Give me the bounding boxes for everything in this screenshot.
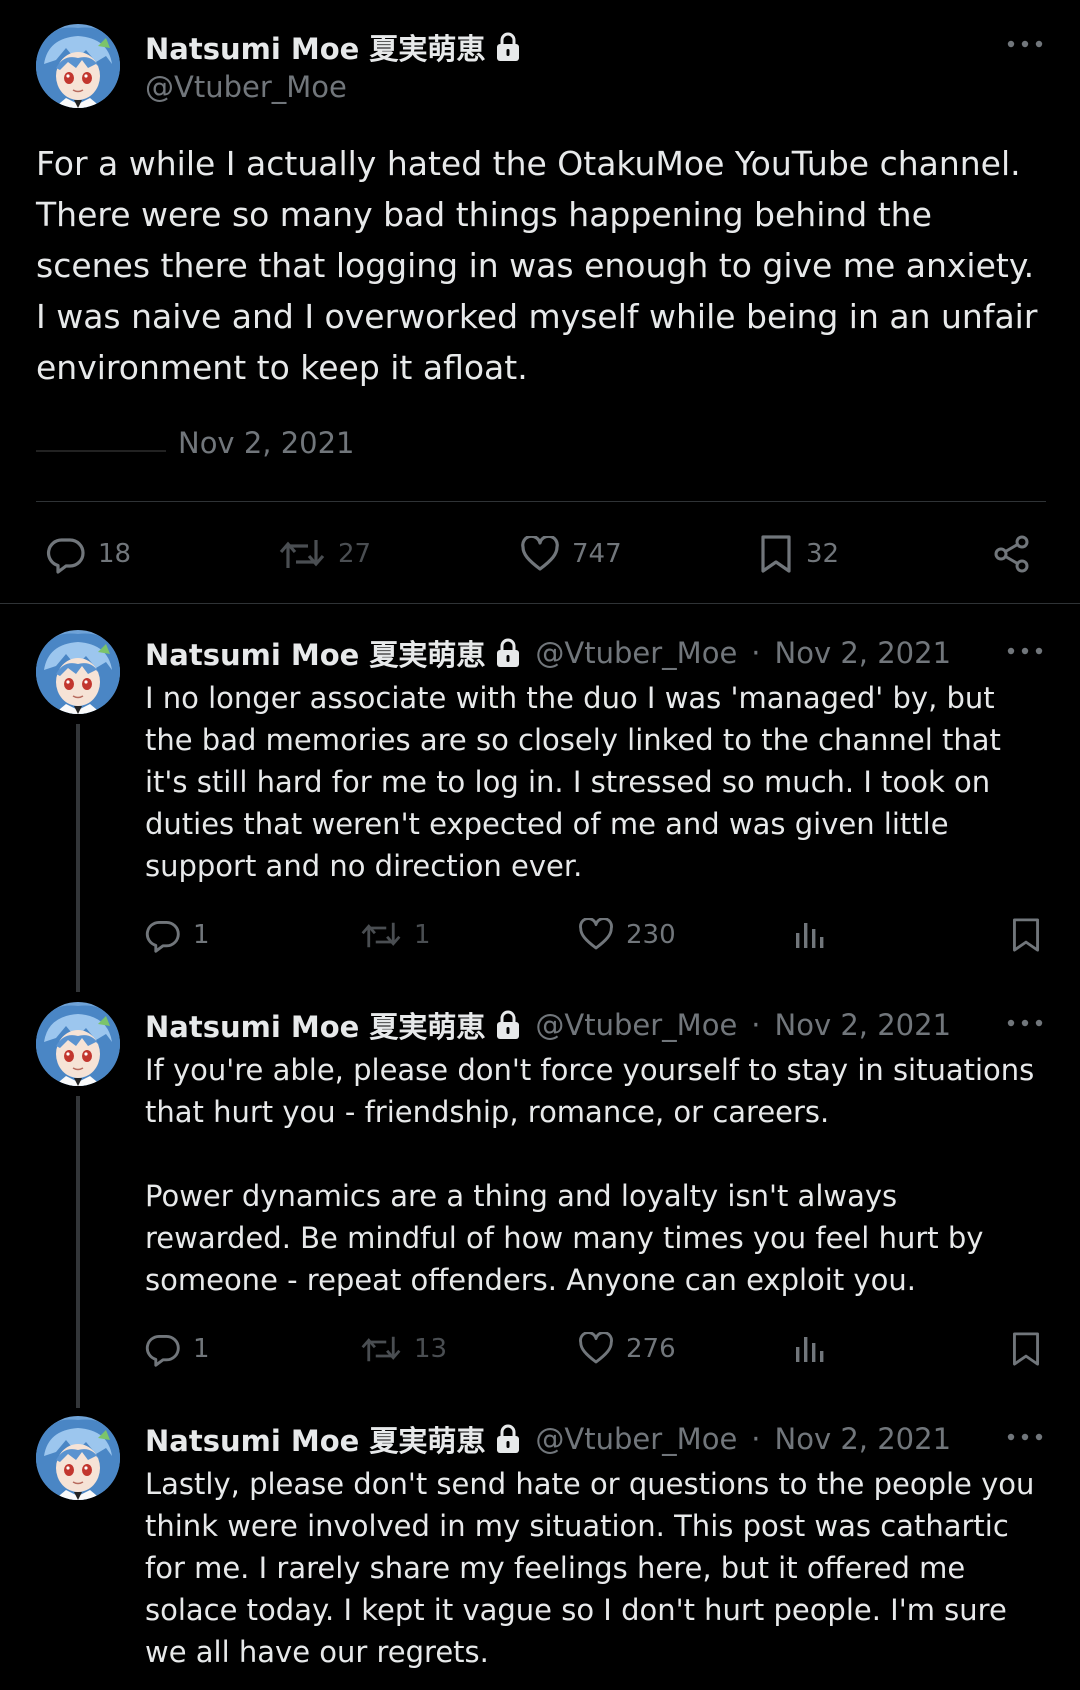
- thread-line: [76, 724, 80, 992]
- lock-icon: [495, 32, 521, 62]
- repost-icon: [360, 917, 402, 953]
- like-button[interactable]: 747: [520, 536, 622, 572]
- like-icon: [520, 536, 560, 572]
- repost-button[interactable]: 27: [278, 534, 371, 574]
- post-date[interactable]: Nov 2, 2021: [775, 1422, 952, 1456]
- like-count: 276: [626, 1333, 676, 1364]
- avatar[interactable]: [36, 24, 120, 108]
- author-handle[interactable]: @Vtuber_Moe: [535, 1008, 737, 1042]
- avatar[interactable]: [36, 1416, 120, 1500]
- thread-line: [76, 1096, 80, 1408]
- like-icon: [578, 1332, 614, 1365]
- more-icon[interactable]: [1005, 1015, 1045, 1031]
- post-date[interactable]: Nov 2, 2021: [775, 636, 952, 670]
- bookmark-button[interactable]: 32: [758, 534, 839, 574]
- post-text: If you're able, please don't force yours…: [145, 1053, 1035, 1297]
- author-handle[interactable]: @Vtuber_Moe: [535, 636, 737, 670]
- repost-icon: [360, 1331, 402, 1367]
- author-handle[interactable]: @Vtuber_Moe: [535, 1422, 737, 1456]
- repost-button[interactable]: 1: [360, 917, 431, 953]
- reply-icon: [145, 917, 181, 953]
- post-date[interactable]: Nov 2, 2021: [775, 1008, 952, 1042]
- like-icon: [578, 918, 614, 951]
- more-icon[interactable]: [1005, 643, 1045, 659]
- bookmark-button[interactable]: [1010, 917, 1042, 953]
- views-button[interactable]: [793, 919, 825, 951]
- like-button[interactable]: 276: [578, 1332, 676, 1365]
- post-header: Natsumi Moe 夏実萌恵 @Vtuber_Moe · Nov 2, 20…: [145, 1418, 951, 1460]
- like-count: 747: [572, 539, 622, 569]
- like-count: 230: [626, 919, 676, 950]
- bookmark-icon: [758, 534, 794, 574]
- more-icon[interactable]: [1005, 1429, 1045, 1445]
- bookmark-icon: [1010, 917, 1042, 953]
- repost-count: 27: [338, 539, 372, 569]
- share-icon: [992, 534, 1032, 574]
- post-header: Natsumi Moe 夏実萌恵 @Vtuber_Moe · Nov 2, 20…: [145, 1004, 951, 1046]
- separator: ·: [751, 636, 761, 670]
- repost-button[interactable]: 13: [360, 1331, 447, 1367]
- share-button[interactable]: [992, 534, 1032, 574]
- author-name[interactable]: Natsumi Moe 夏実萌恵: [145, 1004, 485, 1046]
- post-text: For a while I actually hated the OtakuMo…: [36, 144, 1038, 387]
- like-button[interactable]: 230: [578, 918, 676, 951]
- lock-icon: [495, 1010, 521, 1040]
- avatar[interactable]: [36, 1002, 120, 1086]
- post-header: Natsumi Moe 夏実萌恵 @Vtuber_Moe · Nov 2, 20…: [145, 632, 951, 674]
- reply-icon: [145, 1331, 181, 1367]
- post-text: Lastly, please don't send hate or questi…: [145, 1467, 1035, 1669]
- post-date[interactable]: Nov 2, 2021: [178, 426, 355, 460]
- bookmark-button[interactable]: [1010, 1331, 1042, 1367]
- avatar[interactable]: [36, 630, 120, 714]
- views-icon: [793, 919, 825, 951]
- reply-count: 1: [193, 920, 210, 950]
- bookmark-count: 32: [806, 539, 840, 569]
- author-row: Natsumi Moe 夏実萌恵: [145, 26, 521, 68]
- divider: [36, 501, 1046, 502]
- bookmark-icon: [1010, 1331, 1042, 1367]
- lock-icon: [495, 1424, 521, 1454]
- author-name[interactable]: Natsumi Moe 夏実萌恵: [145, 26, 485, 68]
- separator: ·: [751, 1422, 761, 1456]
- repost-count: 1: [414, 920, 431, 950]
- reply-count: 18: [98, 539, 132, 569]
- reply-button[interactable]: 1: [145, 917, 210, 953]
- post-text: I no longer associate with the duo I was…: [145, 681, 1001, 883]
- section-divider: [0, 603, 1080, 604]
- author-handle[interactable]: @Vtuber_Moe: [145, 70, 347, 104]
- reply-count: 1: [193, 1334, 210, 1364]
- repost-count: 13: [414, 1334, 448, 1364]
- more-icon[interactable]: [1005, 36, 1045, 52]
- author-name[interactable]: Natsumi Moe 夏実萌恵: [145, 1418, 485, 1460]
- reply-button[interactable]: 1: [145, 1331, 210, 1367]
- repost-icon: [278, 534, 326, 574]
- views-button[interactable]: [793, 1333, 825, 1365]
- reply-button[interactable]: 18: [46, 534, 131, 574]
- obscured-time: [36, 450, 166, 452]
- reply-icon: [46, 534, 86, 574]
- views-icon: [793, 1333, 825, 1365]
- author-name[interactable]: Natsumi Moe 夏実萌恵: [145, 632, 485, 674]
- lock-icon: [495, 638, 521, 668]
- separator: ·: [751, 1008, 761, 1042]
